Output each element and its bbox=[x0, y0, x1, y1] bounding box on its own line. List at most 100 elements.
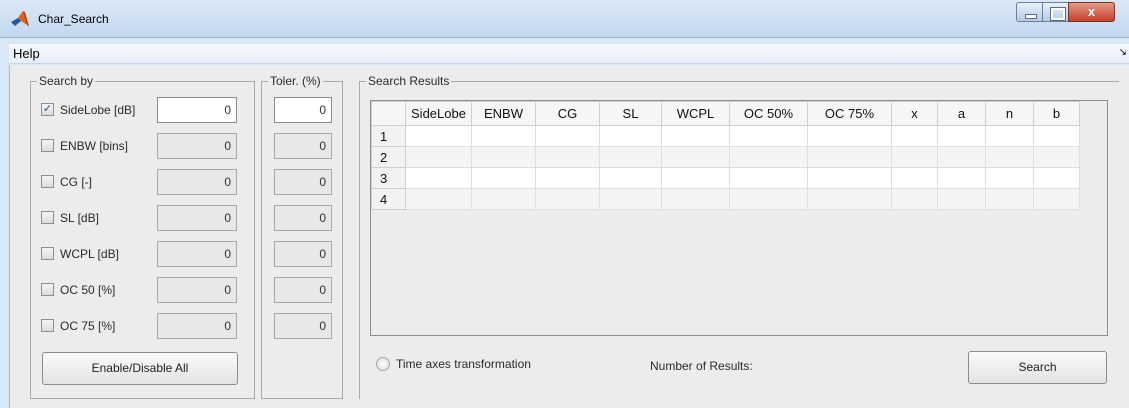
search-checkbox[interactable] bbox=[41, 247, 54, 260]
maximize-button[interactable] bbox=[1042, 2, 1069, 22]
close-button[interactable]: x bbox=[1068, 2, 1115, 22]
search-checkbox[interactable] bbox=[41, 319, 54, 332]
table-cell[interactable] bbox=[807, 125, 892, 147]
tolerance-field[interactable]: 0 bbox=[274, 205, 332, 231]
table-cell[interactable] bbox=[1033, 125, 1080, 147]
table-cell[interactable] bbox=[937, 167, 986, 189]
table-cell[interactable] bbox=[599, 188, 662, 210]
table-cell[interactable] bbox=[891, 167, 938, 189]
search-value-field[interactable]: 0 bbox=[157, 313, 237, 339]
tolerance-field[interactable]: 0 bbox=[274, 133, 332, 159]
column-header[interactable]: a bbox=[937, 101, 986, 126]
table-cell[interactable] bbox=[1033, 146, 1080, 168]
search-checkbox-label: SideLobe [dB] bbox=[60, 103, 136, 117]
column-header[interactable]: n bbox=[985, 101, 1034, 126]
table-cell[interactable] bbox=[891, 146, 938, 168]
column-header[interactable]: SL bbox=[599, 101, 662, 126]
search-checkbox-label: ENBW [bins] bbox=[60, 139, 129, 153]
search-value-field[interactable]: 0 bbox=[157, 133, 237, 159]
search-button[interactable]: Search bbox=[968, 351, 1107, 384]
enable-disable-all-button[interactable]: Enable/Disable All bbox=[42, 352, 238, 385]
search-value-field[interactable]: 0 bbox=[157, 169, 237, 195]
tolerance-field[interactable]: 0 bbox=[274, 277, 332, 303]
search-checkbox[interactable]: ✓ bbox=[41, 103, 54, 116]
table-cell[interactable] bbox=[535, 146, 600, 168]
table-cell[interactable] bbox=[729, 167, 808, 189]
table-cell[interactable] bbox=[729, 146, 808, 168]
search-checkbox[interactable] bbox=[41, 211, 54, 224]
table-cell[interactable] bbox=[807, 167, 892, 189]
row-header[interactable]: 3 bbox=[371, 167, 406, 189]
table-cell[interactable] bbox=[471, 125, 536, 147]
table-cell[interactable] bbox=[405, 167, 472, 189]
search-checkbox-label: SL [dB] bbox=[60, 211, 99, 225]
tolerance-field[interactable]: 0 bbox=[274, 169, 332, 195]
table-cell[interactable] bbox=[937, 125, 986, 147]
search-value-field[interactable]: 0 bbox=[157, 277, 237, 303]
table-cell[interactable] bbox=[985, 188, 1034, 210]
table-cell[interactable] bbox=[535, 188, 600, 210]
table-cell[interactable] bbox=[535, 167, 600, 189]
column-header[interactable]: WCPL bbox=[661, 101, 730, 126]
table-cell[interactable] bbox=[985, 125, 1034, 147]
search-checkbox[interactable] bbox=[41, 283, 54, 296]
column-header[interactable]: CG bbox=[535, 101, 600, 126]
time-axes-radio[interactable] bbox=[376, 357, 390, 371]
table-cell[interactable] bbox=[985, 167, 1034, 189]
title-bar[interactable]: Char_Search x bbox=[0, 0, 1129, 38]
column-header[interactable]: x bbox=[891, 101, 938, 126]
table-cell[interactable] bbox=[471, 167, 536, 189]
table-cell[interactable] bbox=[891, 125, 938, 147]
search-checkbox[interactable] bbox=[41, 175, 54, 188]
table-cell[interactable] bbox=[729, 125, 808, 147]
tolerance-field[interactable]: 0 bbox=[274, 313, 332, 339]
table-cell[interactable] bbox=[471, 188, 536, 210]
table-cell[interactable] bbox=[1033, 167, 1080, 189]
minimize-button[interactable] bbox=[1016, 2, 1043, 22]
table-cell[interactable] bbox=[661, 188, 730, 210]
table-cell[interactable] bbox=[661, 146, 730, 168]
table-cell[interactable] bbox=[599, 167, 662, 189]
matlab-icon bbox=[11, 11, 29, 26]
search-checkbox-label: OC 75 [%] bbox=[60, 319, 116, 333]
menu-help[interactable]: Help bbox=[11, 46, 42, 61]
number-of-results-label: Number of Results: bbox=[650, 359, 753, 373]
table-corner bbox=[371, 101, 406, 126]
table-cell[interactable] bbox=[405, 125, 472, 147]
table-cell[interactable] bbox=[807, 146, 892, 168]
table-cell[interactable] bbox=[891, 188, 938, 210]
table-cell[interactable] bbox=[599, 125, 662, 147]
tolerance-field[interactable]: 0 bbox=[274, 241, 332, 267]
column-header[interactable]: ENBW bbox=[471, 101, 536, 126]
table-cell[interactable] bbox=[729, 188, 808, 210]
results-table[interactable]: SideLobe ENBW CG SL WCPL OC 50% OC 75% x a n b 123… bbox=[370, 100, 1108, 336]
table-cell[interactable] bbox=[661, 125, 730, 147]
column-header[interactable]: OC 50% bbox=[729, 101, 808, 126]
table-cell[interactable] bbox=[937, 188, 986, 210]
table-cell[interactable] bbox=[661, 167, 730, 189]
search-value-field[interactable]: 0 bbox=[157, 97, 237, 123]
table-cell[interactable] bbox=[405, 188, 472, 210]
row-header[interactable]: 1 bbox=[371, 125, 406, 147]
tolerance-field[interactable]: 0 bbox=[274, 97, 332, 123]
table-cell[interactable] bbox=[471, 146, 536, 168]
table-cell[interactable] bbox=[985, 146, 1034, 168]
dock-arrow-icon[interactable]: ↘ bbox=[1119, 47, 1127, 58]
search-by-title: Search by bbox=[37, 74, 96, 88]
app-window: Char_Search x Help ↘ Search by ✓ SideLobe… bbox=[0, 0, 1129, 408]
table-cell[interactable] bbox=[1033, 188, 1080, 210]
search-value-field[interactable]: 0 bbox=[157, 241, 237, 267]
row-header[interactable]: 2 bbox=[371, 146, 406, 168]
window-title: Char_Search bbox=[38, 12, 109, 26]
column-header[interactable]: OC 75% bbox=[807, 101, 892, 126]
table-cell[interactable] bbox=[535, 125, 600, 147]
search-checkbox[interactable] bbox=[41, 139, 54, 152]
search-value-field[interactable]: 0 bbox=[157, 205, 237, 231]
column-header[interactable]: b bbox=[1033, 101, 1080, 126]
table-cell[interactable] bbox=[599, 146, 662, 168]
row-header[interactable]: 4 bbox=[371, 188, 406, 210]
column-header[interactable]: SideLobe bbox=[405, 101, 472, 126]
table-cell[interactable] bbox=[937, 146, 986, 168]
table-cell[interactable] bbox=[405, 146, 472, 168]
table-cell[interactable] bbox=[807, 188, 892, 210]
